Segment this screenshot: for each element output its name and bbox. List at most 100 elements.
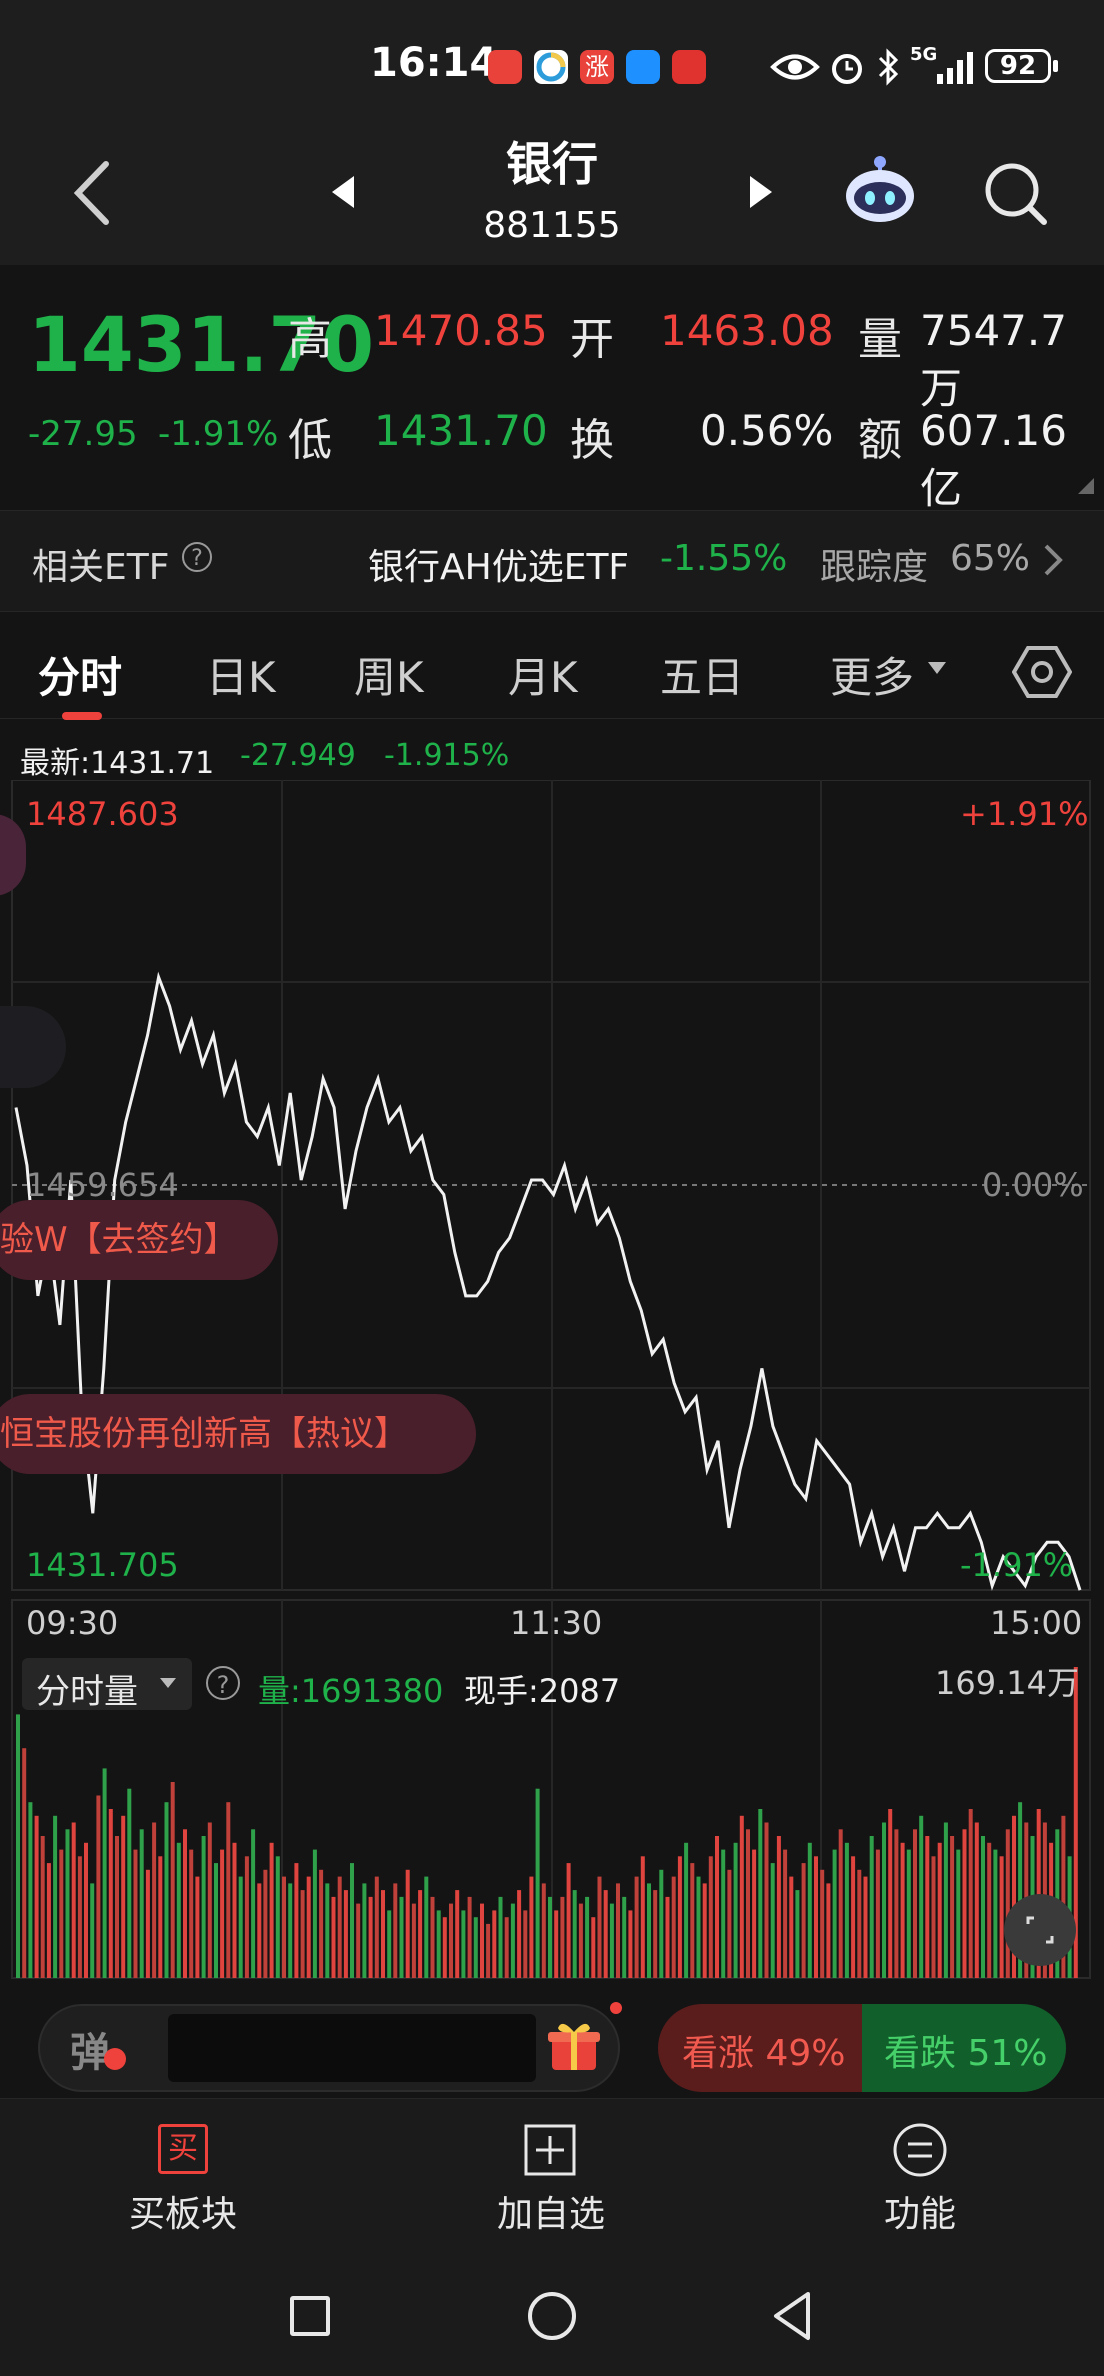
volume-bar <box>585 1896 590 1978</box>
page-title: 银行 <box>506 137 598 191</box>
price-change-pct: -1.91% <box>158 414 279 454</box>
network-type: 5G <box>910 44 938 65</box>
volume-max-label: 169.14万 <box>935 1664 1079 1702</box>
volume-bar <box>430 1896 435 1978</box>
open-value: 1463.08 <box>660 306 834 355</box>
volume-bars <box>16 1667 1078 1978</box>
x-axis-start-label: 09:30 <box>26 1604 119 1642</box>
alarm-icon <box>832 54 862 84</box>
volume-bar <box>53 1815 58 1978</box>
amount-value: 607.16亿 <box>920 406 1067 513</box>
promo-pill-sign[interactable]: 验W【去签约】 <box>0 1200 278 1280</box>
volume-bar <box>925 1836 930 1978</box>
tab-more[interactable]: 更多 <box>830 644 914 705</box>
volume-bar <box>492 1910 497 1978</box>
etf-change: -1.55% <box>660 538 788 579</box>
volume-bar <box>702 1883 707 1978</box>
tab-weekly-k[interactable]: 周K <box>354 644 424 705</box>
x-axis-mid-label: 11:30 <box>510 1604 603 1642</box>
volume-bar <box>851 1856 856 1978</box>
volume-bar <box>578 1903 583 1978</box>
y-axis-top-label: 1487.603 <box>26 795 179 833</box>
gift-icon[interactable] <box>546 2018 602 2074</box>
high-value: 1470.85 <box>374 306 548 355</box>
tab-intraday[interactable]: 分时 <box>38 644 122 705</box>
x-axis-end-label: 15:00 <box>990 1604 1083 1642</box>
volume-bar <box>863 1876 868 1978</box>
chevron-right-icon[interactable] <box>1042 542 1064 578</box>
volume-bar <box>857 1869 862 1978</box>
volume-bar <box>28 1802 33 1978</box>
help-icon[interactable]: ? <box>182 542 212 572</box>
volume-bar <box>170 1782 175 1978</box>
pct-mid-label: 0.00% <box>982 1166 1084 1204</box>
intraday-chart[interactable] <box>0 780 1104 1980</box>
volume-bar <box>244 1856 249 1978</box>
volume-bar <box>814 1856 818 1978</box>
volume-bar <box>436 1910 441 1978</box>
volume-bar <box>826 1883 831 1978</box>
back-nav-button[interactable] <box>770 2290 814 2342</box>
volume-bar <box>900 1842 905 1978</box>
volume-bar <box>251 1829 256 1978</box>
volume-bar <box>164 1802 169 1978</box>
volume-bar <box>176 1842 181 1978</box>
expand-corner-icon[interactable] <box>1078 478 1094 494</box>
volume-bar <box>950 1836 955 1978</box>
active-tab-indicator <box>62 712 102 720</box>
volume-bar <box>721 1849 726 1978</box>
volume-bar <box>634 1876 639 1978</box>
fullscreen-button[interactable] <box>1004 1894 1076 1966</box>
volume-label: 量 <box>858 314 902 365</box>
volume-bar <box>535 1788 540 1978</box>
search-icon[interactable] <box>980 158 1050 228</box>
volume-bar <box>139 1829 144 1978</box>
tab-daily-k[interactable]: 日K <box>206 644 276 705</box>
volume-help-icon[interactable]: ? <box>206 1666 240 1700</box>
volume-bar <box>510 1903 515 1978</box>
etf-name[interactable]: 银行AH优选ETF <box>368 538 629 590</box>
volume-bar <box>405 1869 410 1978</box>
volume-bar <box>374 1876 379 1978</box>
tab-monthly-k[interactable]: 月K <box>508 644 578 705</box>
fullscreen-icon <box>1026 1916 1054 1944</box>
volume-bar <box>387 1910 392 1978</box>
app-notification-icon <box>488 50 522 84</box>
volume-bar <box>226 1802 231 1978</box>
volume-bar <box>894 1829 899 1978</box>
settings-icon[interactable] <box>1012 644 1072 700</box>
promo-pill-hot[interactable]: 恒宝股份再创新高【热议】 <box>0 1394 476 1474</box>
robot-assistant-icon[interactable] <box>840 150 920 230</box>
volume-bar <box>381 1890 385 1978</box>
volume-bar <box>752 1849 757 1978</box>
volume-bar <box>684 1842 689 1978</box>
buy-sector-button[interactable]: 买板块 <box>63 2185 303 2237</box>
volume-bar <box>591 1917 596 1978</box>
app-notification-icon: 涨 <box>580 50 614 84</box>
volume-bar <box>807 1842 812 1978</box>
volume-bar <box>183 1829 187 1978</box>
add-watchlist-button[interactable]: 加自选 <box>431 2185 671 2237</box>
volume-bar <box>282 1876 286 1978</box>
amount-label: 额 <box>858 415 902 466</box>
volume-bar <box>739 1815 744 1978</box>
tab-five-day[interactable]: 五日 <box>660 644 744 705</box>
volume-bar <box>758 1809 763 1978</box>
volume-bar <box>504 1917 509 1978</box>
home-button[interactable] <box>528 2292 576 2340</box>
recents-button[interactable] <box>290 2296 330 2336</box>
volume-bar <box>715 1836 719 1978</box>
volume-bar <box>46 1863 51 1978</box>
volume-bar <box>820 1869 825 1978</box>
volume-bar <box>999 1856 1004 1978</box>
function-button[interactable]: 功能 <box>800 2185 1040 2237</box>
volume-bar <box>399 1896 404 1978</box>
volume-bar <box>783 1849 788 1978</box>
volume-bar <box>597 1876 602 1978</box>
pct-bottom-label: -1.91% <box>960 1546 1074 1584</box>
volume-bar <box>776 1836 781 1978</box>
volume-bar <box>77 1856 82 1978</box>
low-label: 低 <box>288 415 332 466</box>
related-etf-label: 相关ETF <box>32 547 170 588</box>
next-stock-icon[interactable] <box>746 172 776 212</box>
